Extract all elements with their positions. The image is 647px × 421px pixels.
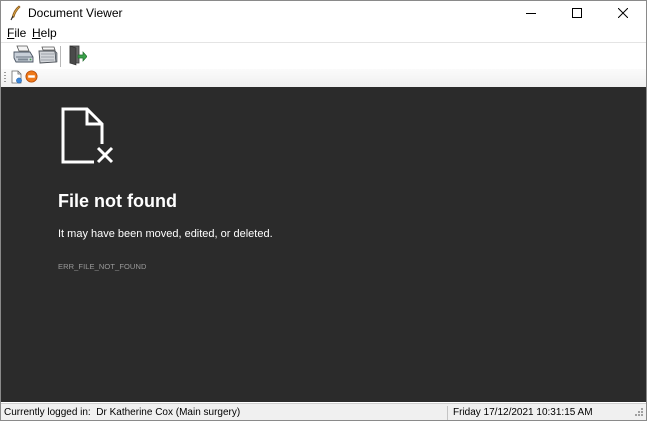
status-datetime: Friday 17/12/2021 10:31:15 AM	[453, 407, 593, 418]
logged-in-label: Currently logged in:	[4, 407, 91, 418]
menu-file[interactable]: File	[7, 26, 26, 40]
title-bar[interactable]: Document Viewer	[1, 1, 646, 25]
printer-icon	[12, 45, 34, 68]
window-title: Document Viewer	[28, 6, 123, 20]
document-viewer-window: Document Viewer File Help File not found…	[0, 0, 647, 421]
maximize-button[interactable]	[554, 1, 600, 25]
main-toolbar	[1, 42, 646, 70]
toolbar-separator	[60, 46, 61, 67]
status-logged-in: Currently logged in: Dr Katherine Cox (M…	[4, 406, 240, 419]
menu-bar: File Help	[1, 25, 646, 41]
scanner-icon	[36, 45, 58, 68]
menu-file-label: ile	[14, 26, 27, 40]
minimize-button[interactable]	[508, 1, 554, 25]
menu-help-mnemonic: H	[32, 26, 41, 40]
menu-help[interactable]: Help	[32, 26, 57, 40]
secondary-toolbar	[1, 69, 646, 87]
exit-button[interactable]	[65, 44, 89, 68]
stop-icon	[25, 70, 38, 86]
stop-button[interactable]	[23, 70, 39, 86]
error-message: It may have been moved, edited, or delet…	[58, 228, 273, 240]
new-document-icon	[11, 70, 23, 87]
exit-door-icon	[67, 44, 88, 69]
close-button[interactable]	[600, 1, 646, 25]
logged-in-user: Dr Katherine Cox (Main surgery)	[96, 407, 241, 418]
status-bar: Currently logged in: Dr Katherine Cox (M…	[1, 403, 646, 420]
scan-button[interactable]	[35, 44, 59, 68]
error-code: ERR_FILE_NOT_FOUND	[58, 262, 147, 271]
app-quill-icon	[8, 5, 22, 21]
print-button[interactable]	[11, 44, 35, 68]
error-title: File not found	[58, 191, 177, 211]
status-divider	[447, 406, 448, 420]
toolbar-grip[interactable]	[4, 72, 6, 84]
resize-grip-icon[interactable]	[632, 407, 644, 419]
document-area: File not found It may have been moved, e…	[1, 87, 646, 402]
file-missing-icon	[60, 106, 116, 166]
menu-help-label: elp	[40, 26, 57, 40]
